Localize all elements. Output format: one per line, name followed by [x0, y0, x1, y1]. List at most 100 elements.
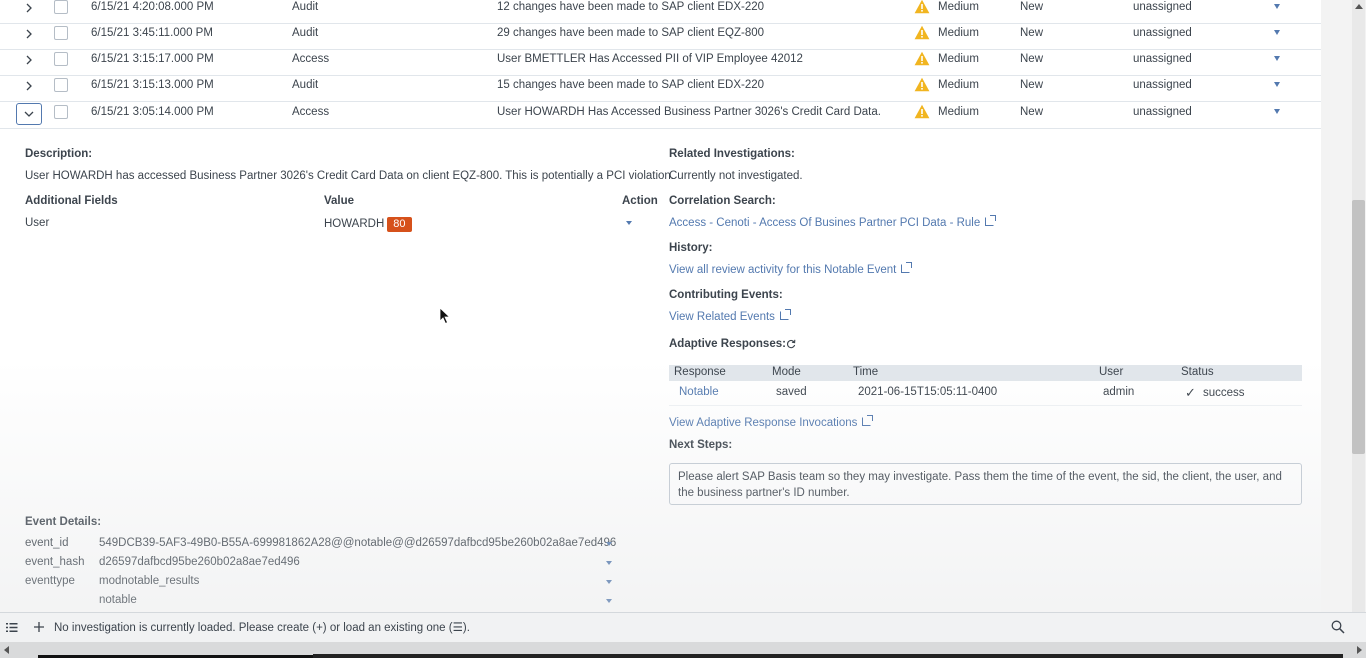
row-checkbox[interactable]	[54, 78, 68, 92]
response-time: 2021-06-15T15:05:11-0400	[858, 386, 998, 398]
incident-review-panel: 6/15/21 4:20:08.000 PM Audit 12 changes ha…	[0, 0, 1321, 610]
row-title[interactable]: 15 changes have been made to SAP client …	[497, 75, 764, 101]
history-link[interactable]: View all review activity for this Notabl…	[669, 262, 913, 276]
investigation-bar: No investigation is currently loaded. Pl…	[0, 612, 1366, 643]
refresh-icon[interactable]	[786, 339, 796, 349]
event-details-label: Event Details:	[25, 516, 102, 528]
row-checkbox[interactable]	[54, 52, 68, 66]
row-owner: unassigned	[1133, 53, 1192, 65]
warning-icon	[914, 0, 930, 14]
list-icon[interactable]	[6, 622, 18, 633]
scroll-right-icon[interactable]	[1357, 646, 1362, 654]
row-status: New	[1020, 79, 1044, 91]
description-text: User HOWARDH has accessed Business Partn…	[25, 170, 675, 182]
event-detail-dropdown-icon[interactable]	[606, 561, 612, 565]
row-title[interactable]: 12 changes have been made to SAP client …	[497, 0, 764, 23]
table-row[interactable]: 6/15/21 3:15:17.000 PM Access User BMETTLE…	[0, 49, 1321, 76]
event-detail-dropdown-icon[interactable]	[606, 599, 612, 603]
col-status: Status	[1181, 366, 1214, 378]
correlation-search-label: Correlation Search:	[669, 195, 776, 207]
mouse-cursor-icon	[439, 307, 451, 325]
table-row[interactable]: 6/15/21 3:15:13.000 PM Audit 15 changes ha…	[0, 75, 1321, 102]
row-time: 6/15/21 3:15:13.000 PM	[91, 79, 214, 91]
description-label: Description:	[25, 148, 93, 160]
row-urgency: Medium	[938, 1, 979, 13]
contributing-events-link[interactable]: View Related Events	[669, 309, 791, 323]
table-row[interactable]: 6/15/21 4:20:08.000 PM Audit 12 changes ha…	[0, 0, 1321, 24]
scrollbar-thumb[interactable]	[1352, 200, 1365, 454]
response-notable-link[interactable]: Notable	[679, 386, 719, 398]
correlation-search-link[interactable]: Access - Cenoti - Access Of Busines Part…	[669, 215, 997, 229]
row-owner: unassigned	[1133, 1, 1192, 13]
zoom-icon[interactable]	[1331, 620, 1345, 634]
row-time: 6/15/21 3:45:11.000 PM	[91, 27, 213, 39]
col-time: Time	[853, 366, 879, 378]
col-response: Response	[674, 366, 726, 378]
row-actions-dropdown-icon[interactable]	[1274, 56, 1280, 61]
response-mode: saved	[776, 386, 807, 398]
risk-score-badge: 80	[387, 217, 412, 232]
action-header: Action	[622, 195, 658, 207]
row-checkbox[interactable]	[54, 105, 68, 119]
row-time: 6/15/21 4:20:08.000 PM	[91, 1, 214, 13]
adaptive-responses-label: Adaptive Responses:	[669, 338, 786, 350]
adaptive-invocations-link[interactable]: View Adaptive Response Invocations	[669, 415, 874, 429]
correlation-search-link-text[interactable]: Access - Cenoti - Access Of Busines Part…	[669, 217, 980, 229]
chevron-down-icon[interactable]	[16, 103, 42, 125]
row-type: Audit	[292, 27, 319, 39]
adaptive-invocations-link-text[interactable]: View Adaptive Response Invocations	[669, 417, 857, 429]
horizontal-scrollbar[interactable]	[0, 642, 1366, 658]
table-row[interactable]: 6/15/21 3:45:11.000 PM Audit 29 changes ha…	[0, 23, 1321, 50]
row-owner: unassigned	[1133, 27, 1192, 39]
row-status: New	[1020, 1, 1044, 13]
event-detail-value: notable	[99, 594, 137, 606]
adaptive-responses-table: Response Mode Time User Status Notable s…	[669, 365, 1302, 406]
warning-icon	[914, 77, 930, 92]
chevron-right-icon[interactable]	[20, 52, 38, 68]
row-actions-dropdown-icon[interactable]	[1274, 30, 1280, 35]
row-title[interactable]: User HOWARDH Has Accessed Business Partn…	[497, 102, 881, 128]
chevron-right-icon[interactable]	[20, 0, 38, 16]
row-urgency: Medium	[938, 106, 979, 118]
row-type: Access	[292, 106, 330, 118]
event-detail-dropdown-icon[interactable]	[606, 542, 612, 546]
response-user: admin	[1103, 386, 1135, 398]
row-actions-dropdown-icon[interactable]	[1274, 4, 1280, 9]
responses-row: Notable saved 2021-06-15T15:05:11-0400 a…	[669, 381, 1302, 406]
row-type: Audit	[292, 79, 319, 91]
row-checkbox[interactable]	[54, 0, 68, 14]
row-owner: unassigned	[1133, 106, 1192, 118]
event-detail-key: eventtype	[25, 575, 75, 587]
row-status: New	[1020, 27, 1044, 39]
row-actions-dropdown-icon[interactable]	[1274, 109, 1280, 114]
vertical-scrollbar[interactable]	[1321, 0, 1366, 642]
history-link-text[interactable]: View all review activity for this Notabl…	[669, 264, 896, 276]
contributing-events-link-text[interactable]: View Related Events	[669, 311, 775, 323]
checkmark-icon: ✓	[1185, 385, 1196, 400]
chevron-right-icon[interactable]	[20, 26, 38, 42]
hscroll-thumb[interactable]	[313, 654, 1343, 658]
chevron-right-icon[interactable]	[20, 78, 38, 94]
row-title[interactable]: User BMETTLER Has Accessed PII of VIP Em…	[497, 49, 803, 75]
event-detail-value: modnotable_results	[99, 575, 200, 587]
warning-icon	[914, 51, 930, 66]
next-steps-label: Next Steps:	[669, 439, 733, 451]
event-detail-value: d26597dafbcd95be260b02a8ae7ed496	[99, 556, 300, 568]
row-type: Audit	[292, 1, 319, 13]
plus-icon[interactable]	[33, 621, 45, 633]
next-steps-box: Please alert SAP Basis team so they may …	[669, 463, 1302, 505]
scroll-up-icon[interactable]	[1355, 4, 1363, 9]
event-detail-key: event_id	[25, 537, 69, 549]
row-title[interactable]: 29 changes have been made to SAP client …	[497, 23, 764, 49]
contributing-events-label: Contributing Events:	[669, 289, 783, 301]
row-checkbox[interactable]	[54, 26, 68, 40]
row-time: 6/15/21 3:05:14.000 PM	[91, 106, 214, 118]
scroll-left-icon[interactable]	[4, 646, 9, 654]
col-user: User	[1099, 366, 1124, 378]
row-urgency: Medium	[938, 53, 979, 65]
field-action-dropdown-icon[interactable]	[626, 221, 632, 225]
event-detail-dropdown-icon[interactable]	[606, 580, 612, 584]
row-actions-dropdown-icon[interactable]	[1274, 82, 1280, 87]
table-row[interactable]: 6/15/21 3:05:14.000 PM Access User HOWARDH…	[0, 102, 1321, 129]
external-link-icon	[779, 309, 791, 320]
